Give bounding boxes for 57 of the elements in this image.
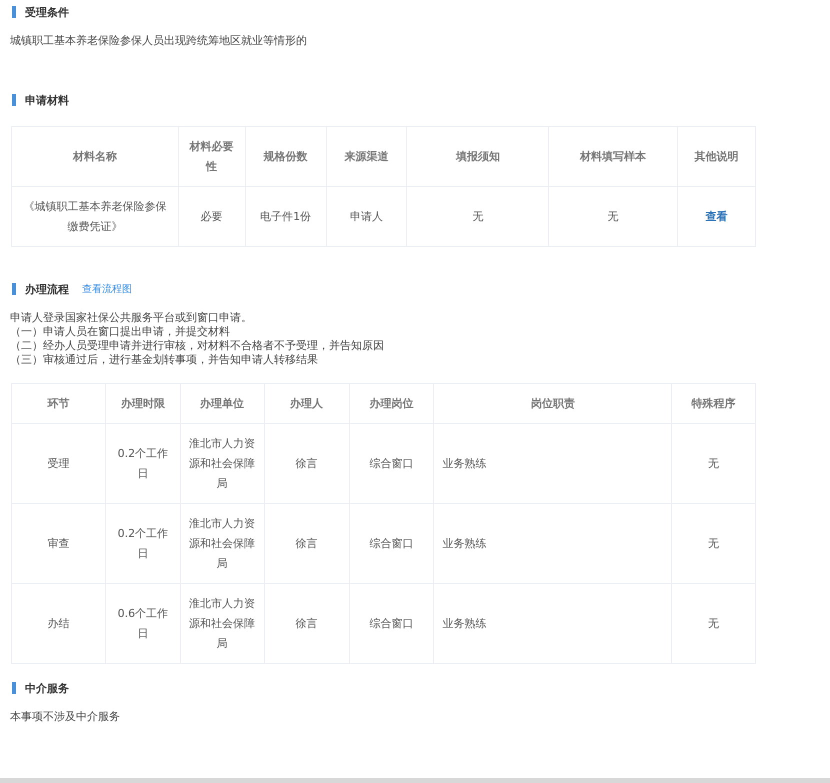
body-text: 本事项不涉及中介服务 xyxy=(10,710,121,724)
column-header: 其他说明 xyxy=(678,126,756,186)
table-cell: 无 xyxy=(672,424,756,504)
column-header: 材料必要性 xyxy=(178,126,246,186)
table-cell: 《城镇职工基本养老保险参保缴费凭证》 xyxy=(12,186,178,246)
table-cell: 业务熟练 xyxy=(434,504,672,584)
table-cell: 业务熟练 xyxy=(434,584,672,664)
table-cell: 淮北市人力资源和社会保障局 xyxy=(180,424,264,504)
body-text: 申请人登录国家社保公共服务平台或到窗口申请。 xyxy=(10,311,253,325)
column-header: 岗位职责 xyxy=(434,384,672,424)
table-cell: 0.2个工作日 xyxy=(105,424,180,504)
section-title: 中介服务 xyxy=(25,680,69,696)
section-title: 办理流程 xyxy=(25,282,69,296)
column-header: 材料填写样本 xyxy=(548,126,678,186)
section-marker xyxy=(12,6,16,18)
body-text: （一）申请人员在窗口提出申请，并提交材料 xyxy=(10,325,231,339)
section-title: 受理条件 xyxy=(25,4,69,20)
table-cell: 综合窗口 xyxy=(349,504,434,584)
table-cell: 受理 xyxy=(12,424,106,504)
table-cell: 0.2个工作日 xyxy=(105,504,180,584)
table-cell: 徐言 xyxy=(264,424,350,504)
table-cell: 电子件1份 xyxy=(245,186,326,246)
table-cell: 0.6个工作日 xyxy=(105,584,180,664)
table-cell: 业务熟练 xyxy=(434,424,672,504)
table-cell: 无 xyxy=(406,186,549,246)
section-marker xyxy=(12,682,16,694)
column-header: 办理岗位 xyxy=(349,384,434,424)
column-header: 办理时限 xyxy=(105,384,180,424)
table-cell: 徐言 xyxy=(264,504,350,584)
table-cell: 无 xyxy=(672,584,756,664)
view-link[interactable]: 查看 xyxy=(706,210,728,222)
column-header: 办理单位 xyxy=(180,384,264,424)
section-title: 申请材料 xyxy=(25,92,69,108)
column-header: 规格份数 xyxy=(245,126,326,186)
column-header: 办理人 xyxy=(264,384,350,424)
table-cell: 审查 xyxy=(12,504,106,584)
column-header: 材料名称 xyxy=(12,126,178,186)
body-text: （三）审核通过后，进行基金划转事项，并告知申请人转移结果 xyxy=(10,353,319,367)
column-header: 填报须知 xyxy=(406,126,549,186)
section-marker xyxy=(12,283,16,295)
column-header: 特殊程序 xyxy=(672,384,756,424)
table-cell: 办结 xyxy=(12,584,106,664)
table-cell: 淮北市人力资源和社会保障局 xyxy=(180,584,264,664)
table-cell: 淮北市人力资源和社会保障局 xyxy=(180,504,264,584)
body-text: （二）经办人员受理申请并进行审核，对材料不合格者不予受理，并告知原因 xyxy=(10,339,385,353)
column-header: 来源渠道 xyxy=(326,126,407,186)
section-marker xyxy=(12,94,16,106)
column-header: 环节 xyxy=(12,384,106,424)
table-cell: 申请人 xyxy=(326,186,407,246)
body-text: 城镇职工基本养老保险参保人员出现跨统筹地区就业等情形的 xyxy=(10,34,308,48)
table-cell: 综合窗口 xyxy=(349,424,434,504)
flowchart-link[interactable]: 查看流程图 xyxy=(82,282,132,296)
table-cell: 无 xyxy=(548,186,678,246)
table-cell: 综合窗口 xyxy=(349,584,434,664)
table-cell: 必要 xyxy=(178,186,246,246)
table-cell: 徐言 xyxy=(264,584,350,664)
table-cell: 无 xyxy=(672,504,756,584)
